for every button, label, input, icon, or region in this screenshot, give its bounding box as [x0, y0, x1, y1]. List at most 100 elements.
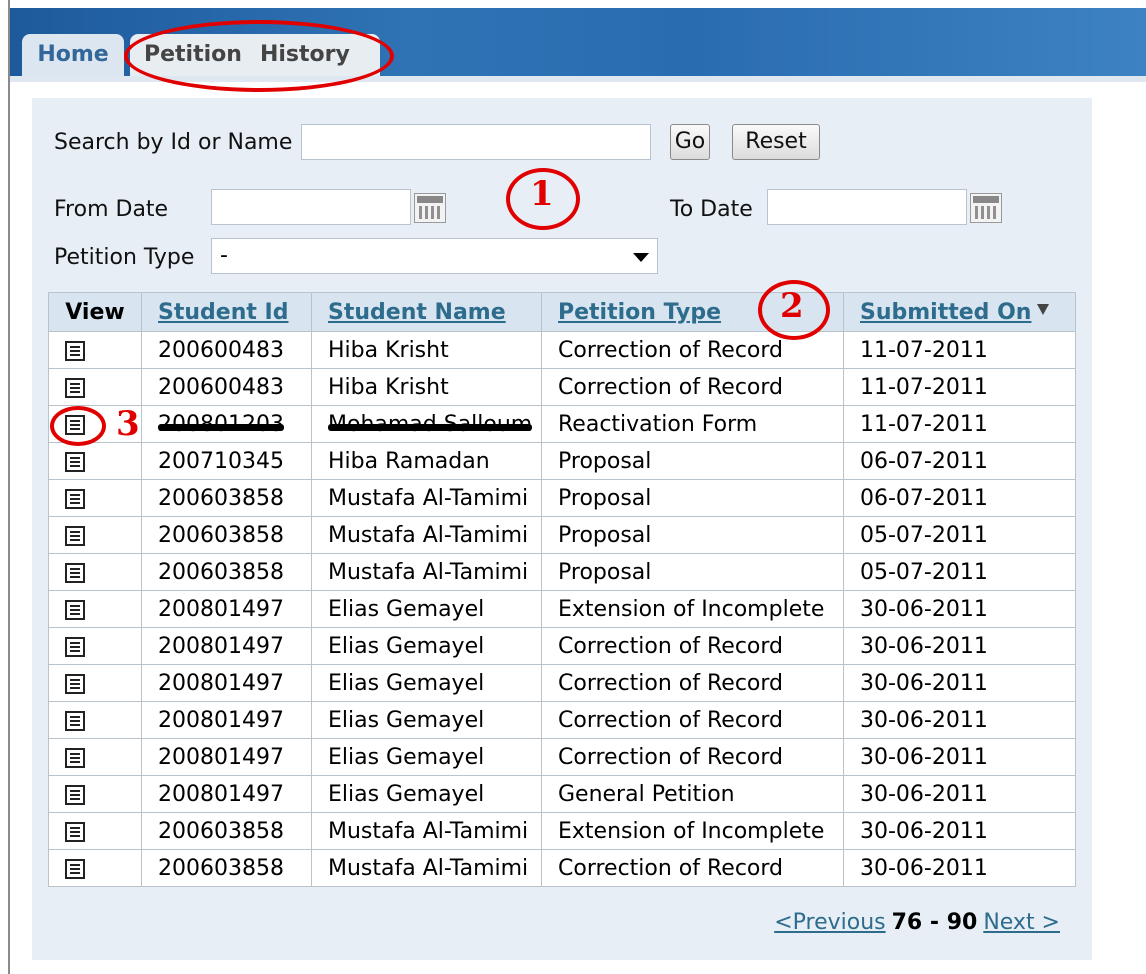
view-cell: [48, 664, 142, 702]
search-label: Search by Id or Name: [54, 130, 293, 155]
submitted-on-cell: 11-07-2011: [843, 368, 1076, 406]
petition-type-cell: Proposal: [541, 553, 844, 591]
submitted-on-cell: 30-06-2011: [843, 849, 1076, 887]
table-row: 200603858 Mustafa Al-Tamimi Correction of …: [48, 849, 1076, 887]
student-name: Elias Gemayel: [328, 670, 485, 696]
document-view-icon[interactable]: [65, 451, 85, 472]
next-page-link[interactable]: Next >: [983, 910, 1060, 935]
tab-home[interactable]: Home: [22, 34, 124, 76]
column-header-student-name[interactable]: Student Name: [311, 292, 542, 332]
student-id-cell: 200801203: [141, 405, 312, 443]
student-name-cell: Elias Gemayel: [311, 627, 542, 665]
student-name-cell: Hiba Krisht: [311, 368, 542, 406]
previous-page-link[interactable]: <Previous: [774, 910, 885, 935]
student-name: Mustafa Al-Tamimi: [328, 855, 529, 881]
view-cell: [48, 590, 142, 628]
sort-student-id-link[interactable]: Student Id: [158, 300, 288, 325]
student-id: 200801497: [158, 781, 284, 807]
document-view-icon[interactable]: [65, 488, 85, 509]
student-id: 200603858: [158, 522, 284, 548]
student-name: Mustafa Al-Tamimi: [328, 485, 529, 511]
document-view-icon[interactable]: [65, 673, 85, 694]
petition-type-cell: Extension of Incomplete: [541, 590, 844, 628]
column-header-submitted-on[interactable]: Submitted On: [843, 292, 1076, 332]
petition-type-cell: Proposal: [541, 442, 844, 480]
petition-type-cell: Correction of Record: [541, 738, 844, 776]
sort-petition-type-link[interactable]: Petition Type: [558, 300, 721, 325]
table-row: 200600483 Hiba Krisht Correction of Record…: [48, 368, 1076, 406]
sort-submitted-on-link[interactable]: Submitted On: [860, 300, 1031, 325]
to-date-input[interactable]: [767, 189, 967, 225]
document-view-icon[interactable]: [65, 340, 85, 361]
table-row: 200801497 Elias Gemayel Extension of Incom…: [48, 590, 1076, 628]
submitted-on-cell: 05-07-2011: [843, 553, 1076, 591]
student-name: Mustafa Al-Tamimi: [328, 559, 529, 585]
annotation-circle-3: [50, 406, 106, 446]
chevron-down-icon: [633, 253, 649, 262]
student-name: Hiba Krisht: [328, 337, 449, 363]
submitted-on-cell: 06-07-2011: [843, 479, 1076, 517]
document-view-icon[interactable]: [65, 599, 85, 620]
view-cell: [48, 849, 142, 887]
view-cell: [48, 553, 142, 591]
table-row: 200801497 Elias Gemayel Correction of Reco…: [48, 701, 1076, 739]
table-row: 200710345 Hiba Ramadan Proposal 06-07-2011: [48, 442, 1076, 480]
view-cell: [48, 812, 142, 850]
annotation-number-1: 1: [530, 174, 554, 214]
table-row: 200603858 Mustafa Al-Tamimi Proposal 05-07-…: [48, 553, 1076, 591]
table-row: 200801497 Elias Gemayel Correction of Reco…: [48, 738, 1076, 776]
petition-type-cell: Reactivation Form: [541, 405, 844, 443]
search-input[interactable]: [301, 124, 651, 160]
table-row: 200801497 Elias Gemayel Correction of Reco…: [48, 664, 1076, 702]
document-view-icon[interactable]: [65, 562, 85, 583]
student-id-cell: 200801497: [141, 664, 312, 702]
student-name: Elias Gemayel: [328, 707, 485, 733]
document-view-icon[interactable]: [65, 636, 85, 657]
submitted-on-cell: 11-07-2011: [843, 405, 1076, 443]
from-date-input[interactable]: [211, 189, 411, 225]
student-id-cell: 200801497: [141, 627, 312, 665]
view-cell: [48, 701, 142, 739]
document-view-icon[interactable]: [65, 377, 85, 398]
student-name-cell: Elias Gemayel: [311, 701, 542, 739]
view-cell: [48, 442, 142, 480]
petition-type-cell: Proposal: [541, 516, 844, 554]
document-view-icon[interactable]: [65, 710, 85, 731]
annotation-number-2: 2: [780, 286, 804, 326]
submitted-on-cell: 30-06-2011: [843, 812, 1076, 850]
petition-type-select[interactable]: -: [211, 238, 658, 274]
table-row: 200603858 Mustafa Al-Tamimi Extension of I…: [48, 812, 1076, 850]
page-range: 76 - 90: [891, 910, 978, 935]
student-name-cell: Mohamad Salloum: [311, 405, 542, 443]
document-view-icon[interactable]: [65, 858, 85, 879]
from-date-calendar-icon[interactable]: [414, 193, 446, 223]
petition-type-cell: Correction of Record: [541, 664, 844, 702]
student-id-cell: 200801497: [141, 590, 312, 628]
submitted-on-cell: 30-06-2011: [843, 590, 1076, 628]
view-cell: [48, 331, 142, 369]
student-id: 200600483: [158, 374, 284, 400]
student-id-cell: 200603858: [141, 849, 312, 887]
student-id: 200801497: [158, 707, 284, 733]
view-cell: [48, 516, 142, 554]
student-id: 200801497: [158, 633, 284, 659]
from-date-label: From Date: [54, 197, 169, 222]
column-header-student-id[interactable]: Student Id: [141, 292, 312, 332]
student-name-cell: Elias Gemayel: [311, 738, 542, 776]
submitted-on-cell: 30-06-2011: [843, 627, 1076, 665]
window-border: [8, 0, 10, 974]
document-view-icon[interactable]: [65, 821, 85, 842]
go-button[interactable]: Go: [670, 124, 710, 160]
document-view-icon[interactable]: [65, 784, 85, 805]
student-name: Hiba Ramadan: [328, 448, 490, 474]
student-id-cell: 200600483: [141, 368, 312, 406]
to-date-calendar-icon[interactable]: [970, 193, 1002, 223]
sort-student-name-link[interactable]: Student Name: [328, 300, 506, 325]
document-view-icon[interactable]: [65, 525, 85, 546]
student-name: Hiba Krisht: [328, 374, 449, 400]
document-view-icon[interactable]: [65, 747, 85, 768]
submitted-on-cell: 05-07-2011: [843, 516, 1076, 554]
student-name-cell: Elias Gemayel: [311, 590, 542, 628]
reset-button[interactable]: Reset: [732, 124, 820, 160]
petition-type-cell: Extension of Incomplete: [541, 812, 844, 850]
